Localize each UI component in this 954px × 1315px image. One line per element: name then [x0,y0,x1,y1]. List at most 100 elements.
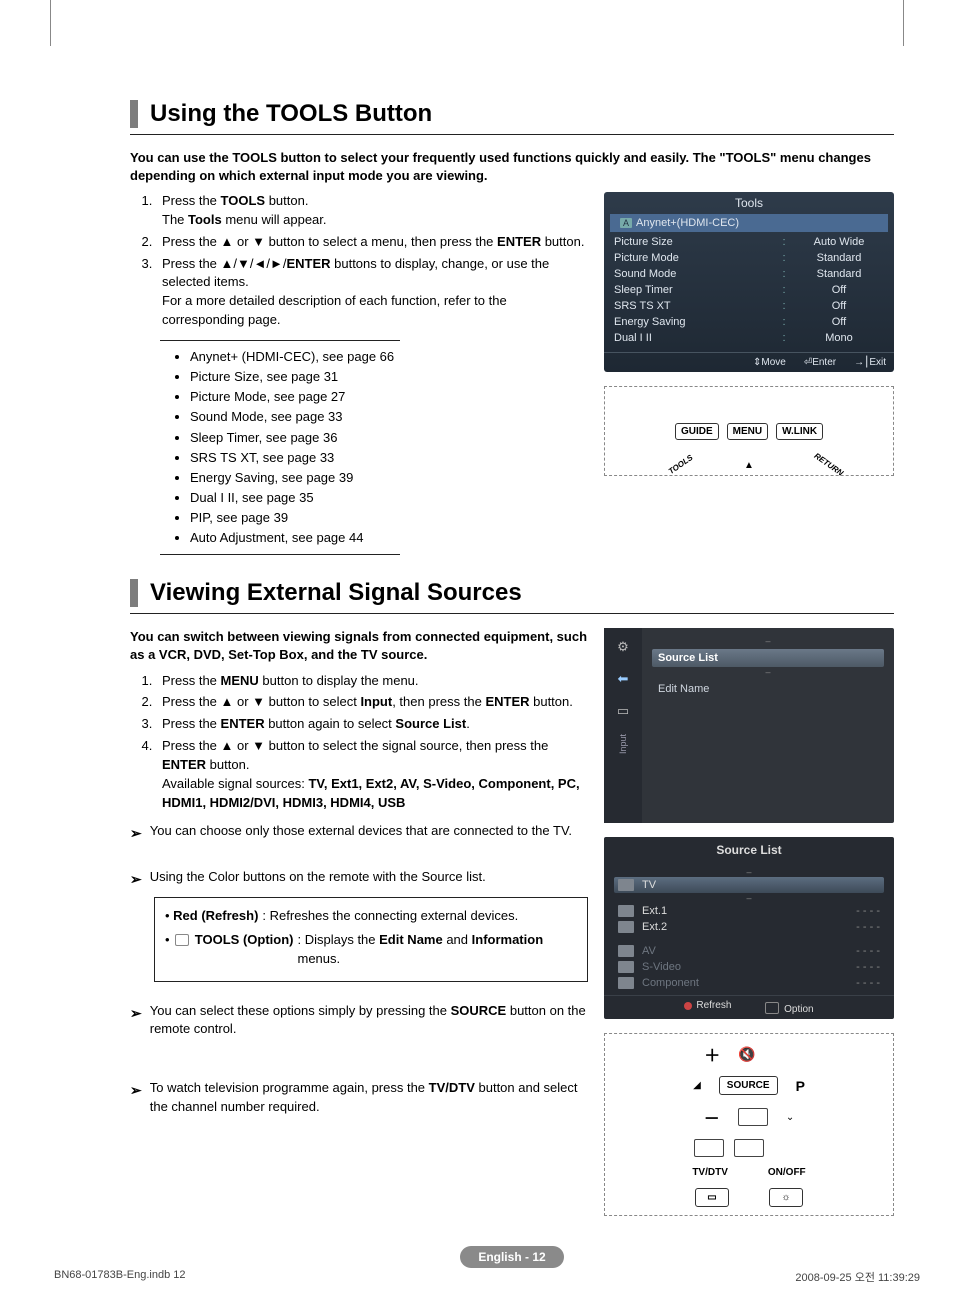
osd-rows: Picture Size:Auto WidePicture Mode:Stand… [604,232,894,352]
osd-title: Tools [604,192,894,214]
print-date: 2008-09-25 오전 11:39:29 [795,1269,920,1285]
steps-tools: Press the TOOLS button. The Tools menu w… [130,192,588,330]
remote-guide-button[interactable]: GUIDE [675,423,719,440]
page-footer: English - 12 [130,1246,894,1268]
remote-diagram-source: ＋ 🔇 ◢ SOURCE P － ⌄ [604,1033,894,1216]
remote-return-label: RETURN [812,451,844,477]
reference-box: Anynet+ (HDMI-CEC), see page 66 Picture … [160,340,400,555]
note-color-buttons: ➢ Using the Color buttons on the remote … [130,868,588,889]
heading-bar [130,579,138,607]
source-row[interactable]: Ext.1- - - - [614,903,884,919]
ref-item: PIP, see page 39 [190,508,400,528]
tv-icon [618,879,634,891]
source-list-panel: Source List – TV–Ext.1- - - -Ext.2- - - … [604,837,894,1019]
option-button[interactable]: Option [763,1000,813,1015]
tvdtv-label: TV/DTV [692,1167,728,1178]
step-s2: Press the ▲ or ▼ button to select Input,… [156,693,588,712]
plus-icon[interactable]: ＋ [704,1042,720,1066]
ref-item: Energy Saving, see page 39 [190,468,400,488]
input-vertical-label: Input [618,734,628,754]
steps-sources: Press the MENU button to display the men… [130,672,588,813]
osd-row[interactable]: Picture Size:Auto Wide [614,234,884,250]
up-arrow-icon: ▲ [744,460,754,471]
arrow-icon: ➢ [130,822,142,843]
source-row[interactable]: AV- - - - [614,943,884,959]
source-row[interactable]: TV [614,877,884,893]
tools-icon [175,934,189,946]
onoff-label: ON/OFF [768,1167,806,1178]
osd-move: ⇕Move [753,357,786,368]
remote-small-button[interactable] [734,1139,764,1157]
color-buttons-box: • Red (Refresh) : Refreshes the connecti… [154,897,588,982]
remote-source-button[interactable]: SOURCE [719,1076,778,1095]
intro-tools: You can use the TOOLS button to select y… [130,149,894,184]
menu-item-edit-name[interactable]: Edit Name [652,680,884,698]
osd-panel-tools: Tools AAnynet+(HDMI-CEC) Picture Size:Au… [604,192,894,372]
remote-menu-button[interactable]: MENU [727,423,768,440]
note-connected-only: ➢ You can choose only those external dev… [130,822,588,843]
remote-onoff-button[interactable]: ☼ [769,1188,803,1207]
step-s1: Press the MENU button to display the men… [156,672,588,691]
osd-row[interactable]: Energy Saving:Off [614,314,884,330]
note-source-button: ➢ You can select these options simply by… [130,1002,588,1040]
section-heading-tools: Using the TOOLS Button [130,100,894,135]
step-3: Press the ▲/▼/◄/►/ENTER buttons to displ… [156,255,588,330]
osd-row[interactable]: Sound Mode:Standard [614,266,884,282]
ref-item: Anynet+ (HDMI-CEC), see page 66 [190,347,400,367]
tv-icon [618,977,634,989]
input-arrow-icon[interactable]: ⬅ [614,670,632,688]
step-1: Press the TOOLS button. The Tools menu w… [156,192,588,230]
source-row[interactable]: S-Video- - - - [614,959,884,975]
step-s3: Press the ENTER button again to select S… [156,715,588,734]
picture-icon[interactable]: ▭ [614,702,632,720]
print-metadata: BN68-01783B-Eng.indb 12 2008-09-25 오전 11… [54,1269,920,1285]
remote-screen-icon[interactable] [738,1108,768,1126]
mute-icon[interactable]: 🔇 [738,1046,755,1063]
osd-row[interactable]: Picture Mode:Standard [614,250,884,266]
tv-icon [618,905,634,917]
remote-tools-label: TOOLS [667,453,695,476]
vol-left-icon[interactable]: ◢ [693,1080,701,1091]
remote-tvdtv-button[interactable]: ▭ [695,1188,729,1207]
section-heading-sources: Viewing External Signal Sources [130,579,894,614]
tools-option-row: • TOOLS (Option) : Displays the Edit Nam… [165,930,577,969]
chevron-down-icon[interactable]: ⌄ [786,1112,794,1123]
input-menu-panel: ⚙ ⬅ ▭ Input – Source List – Edit Name [604,628,894,823]
red-refresh-row: • Red (Refresh) : Refreshes the connecti… [165,906,577,926]
dash-spacer: – [652,667,884,677]
heading-bar [130,100,138,128]
remote-small-button[interactable] [694,1139,724,1157]
source-row[interactable]: Component- - - - [614,975,884,991]
source-row[interactable]: Ext.2- - - - [614,919,884,935]
page-number-pill: English - 12 [460,1246,563,1268]
heading-tools: Using the TOOLS Button [150,100,432,128]
gear-icon[interactable]: ⚙ [614,638,632,656]
osd-row[interactable]: Sleep Timer:Off [614,282,884,298]
minus-icon[interactable]: － [704,1105,720,1129]
osd-row[interactable]: SRS TS XT:Off [614,298,884,314]
ref-item: Sound Mode, see page 33 [190,407,400,427]
menu-item-source-list[interactable]: Source List [652,649,884,667]
remote-diagram-tools: GUIDE MENU W.LINK TOOLS RETURN ▲ [604,386,894,476]
tools-icon [765,1002,779,1014]
step-s4: Press the ▲ or ▼ button to select the si… [156,737,588,812]
p-label: P [796,1078,805,1094]
osd-enter: ⏎Enter [804,357,836,368]
ref-item: Dual I II, see page 35 [190,488,400,508]
dash-spacer: – [614,867,884,877]
dash-spacer: – [652,636,884,646]
ref-item: Auto Adjustment, see page 44 [190,528,400,548]
note-tvdtv: ➢ To watch television programme again, p… [130,1079,588,1117]
exit-icon: →⎮ [854,357,869,368]
osd-selected-row[interactable]: AAnynet+(HDMI-CEC) [610,214,888,232]
remote-wlink-button[interactable]: W.LINK [776,423,823,440]
source-list-body: – TV–Ext.1- - - -Ext.2- - - -AV- - - -S-… [604,863,894,995]
ref-item: Picture Mode, see page 27 [190,387,400,407]
tv-icon [618,945,634,957]
ref-item: Picture Size, see page 31 [190,367,400,387]
refresh-button[interactable]: Refresh [684,1000,731,1015]
osd-footer: ⇕Move ⏎Enter →⎮Exit [604,352,894,372]
file-name: BN68-01783B-Eng.indb 12 [54,1269,185,1285]
osd-row[interactable]: Dual I II:Mono [614,330,884,346]
tv-icon [618,921,634,933]
